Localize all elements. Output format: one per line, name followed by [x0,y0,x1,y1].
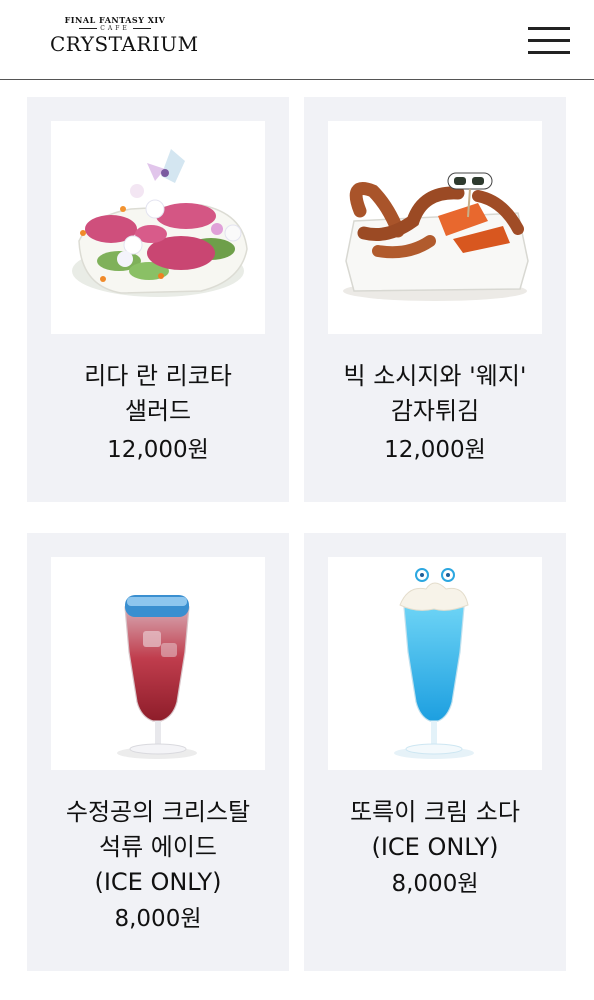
item-price: 12,000원 [384,437,486,463]
site-header: FINAL FANTASY XIV CAFE Crystarium [0,0,594,80]
item-name-line-2: 샐러드 [124,397,192,425]
cafe-crystarium-logo[interactable]: FINAL FANTASY XIV CAFE Crystarium [50,15,199,60]
item-price: 8,000원 [114,906,202,932]
item-name-line-1: 수정공의 크리스탈 [65,798,251,826]
item-name-line-2: 석류 에이드 [98,833,218,861]
pomegranate-ade-image [51,557,265,770]
item-name-line-2: (ICE ONLY) [371,833,499,861]
logo-line-3: Crystarium [50,32,199,56]
item-name-line-1: 빅 소시지와 '웨지' [343,362,527,390]
item-name-line-3: (ICE ONLY) [94,868,222,896]
menu-card[interactable]: 리다 란 리코타 샐러드 12,000원 [27,97,289,502]
item-name-line-2: 감자튀김 [390,397,480,425]
item-name-line-1: 또륵이 크림 소다 [350,798,520,826]
hamburger-menu-icon[interactable] [528,26,572,56]
menu-card[interactable]: 수정공의 크리스탈 석류 에이드 (ICE ONLY) 8,000원 [27,533,289,971]
item-name-line-1: 리다 란 리코타 [84,362,232,390]
item-price: 12,000원 [107,437,209,463]
ricotta-salad-image [51,121,265,334]
menu-card[interactable]: 또륵이 크림 소다 (ICE ONLY) 8,000원 [304,533,566,971]
menu-card[interactable]: 빅 소시지와 '웨지' 감자튀김 12,000원 [304,97,566,502]
logo-line-1: FINAL FANTASY XIV [64,15,166,25]
item-price: 8,000원 [391,871,479,897]
cream-soda-image [328,557,542,770]
sausage-wedges-image [328,121,542,334]
